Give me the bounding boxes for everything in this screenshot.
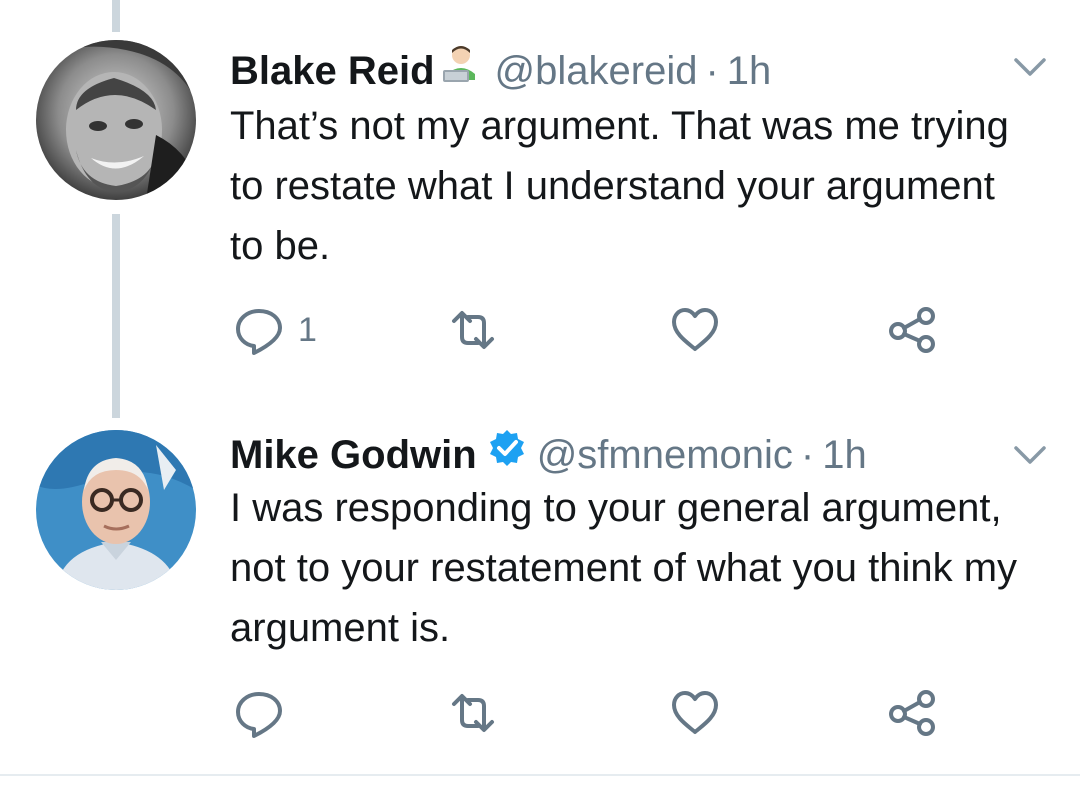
user-handle[interactable]: @blakereid [495,49,698,94]
reply-icon [236,309,282,355]
share-icon [889,307,935,353]
heart-icon [672,308,718,351]
display-name[interactable]: Mike Godwin [230,433,477,478]
divider [0,774,1080,776]
display-name[interactable]: Blake Reid [230,49,435,94]
share-button[interactable] [886,686,940,740]
like-button[interactable] [668,303,722,357]
thread-connector [112,0,120,32]
tweet-thread: Blake Reid @blakereid · 1h That’s not my… [0,0,1080,791]
thread-connector [112,214,120,418]
technologist-emoji-icon [439,44,485,84]
heart-icon [672,691,718,734]
separator: · [705,49,719,93]
retweet-icon [452,694,494,732]
like-button[interactable] [668,686,722,740]
share-button[interactable] [886,303,940,357]
retweet-button[interactable] [446,686,500,740]
avatar[interactable] [36,430,196,590]
tweet-header: Mike Godwin @sfmnemonic · 1h [230,428,867,478]
reply-button[interactable]: 1 [232,303,317,357]
tweet-header: Blake Reid @blakereid · 1h [230,44,771,94]
tweet-text: That’s not my argument. That was me tryi… [230,104,1009,268]
reply-icon [236,692,282,738]
chevron-down-icon[interactable] [1010,440,1050,470]
user-handle[interactable]: @sfmnemonic [537,433,793,478]
separator: · [800,433,815,477]
timestamp[interactable]: 1h [822,433,867,478]
retweet-button[interactable] [446,303,500,357]
verified-badge-icon [487,428,527,468]
reply-button[interactable] [232,686,298,740]
timestamp[interactable]: 1h [727,49,772,94]
share-icon [889,690,935,736]
avatar[interactable] [36,40,196,200]
retweet-icon [452,311,494,349]
reply-count: 1 [298,310,317,349]
tweet-text: I was responding to your general argumen… [230,486,1018,650]
chevron-down-icon[interactable] [1010,52,1050,82]
